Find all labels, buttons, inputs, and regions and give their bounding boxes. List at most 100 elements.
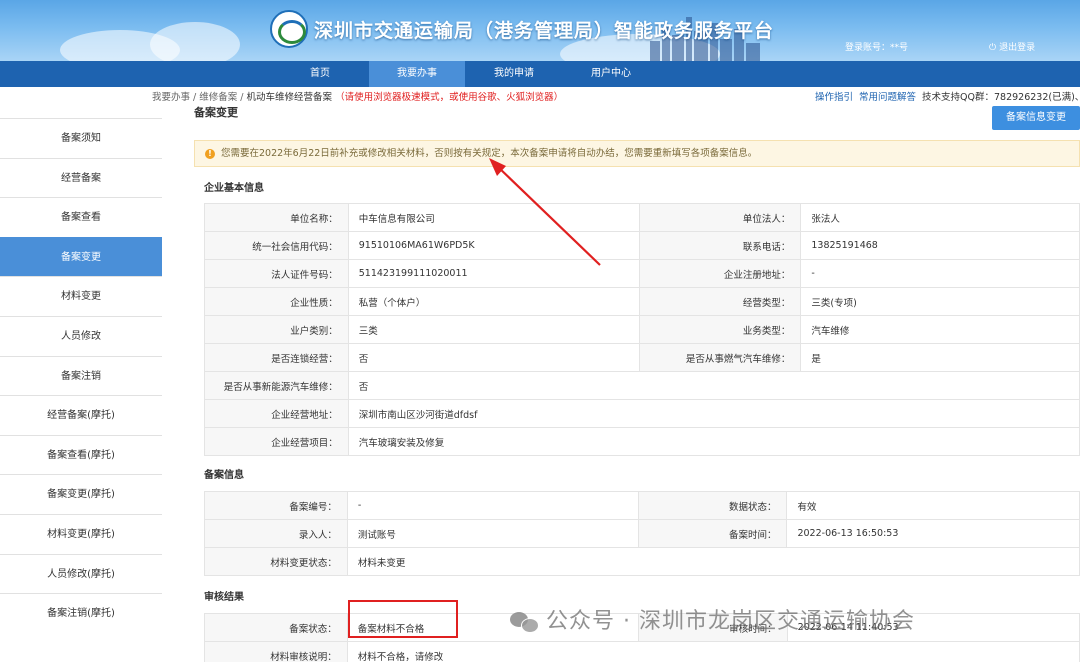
nav-services[interactable]: 我要办事 — [369, 61, 465, 87]
help-links: 操作指引 常用问题解答 技术支持QQ群：782926232(已满)、 — [815, 89, 1080, 103]
site-title: 深圳市交通运输局（港务管理局）智能政务服务平台 — [314, 20, 775, 42]
field-label: 联系电话： — [639, 231, 802, 260]
field-label: 统一社会信用代码： — [204, 231, 349, 260]
nav-home[interactable]: 首页 — [272, 61, 368, 87]
account-label: 登录账号：**号 — [845, 43, 909, 53]
table-row: 单位名称： 中车信息有限公司 单位法人： 张法人 — [204, 203, 1080, 232]
enterprise-info-table: 单位名称： 中车信息有限公司 单位法人： 张法人 统一社会信用代码： 91510… — [204, 203, 1080, 456]
id-number-value: 511423199111020011 — [347, 259, 641, 288]
watermark: 公众号 · 深圳市龙岗区交通运输协会 — [510, 603, 915, 635]
sidebar-item-record-view[interactable]: 备案查看 — [0, 197, 162, 237]
table-row: 备案编号： - 数据状态： 有效 — [204, 491, 1080, 520]
table-row: 是否从事新能源汽车维修： 否 — [204, 371, 1080, 400]
field-label: 备案时间： — [638, 519, 788, 548]
table-row: 法人证件号码： 511423199111020011 企业注册地址： - — [204, 259, 1080, 288]
chain-value: 否 — [347, 343, 641, 372]
record-change-button[interactable]: 备案信息变更 — [992, 106, 1080, 130]
support-text: 技术支持QQ群：782926232(已满)、 — [922, 92, 1080, 103]
household-value: 三类 — [347, 315, 641, 344]
warning-icon: ! — [205, 149, 215, 159]
breadcrumb-current: 机动车维修经营备案 — [246, 92, 333, 103]
table-row: 企业经营地址： 深圳市南山区沙河街道dfdsf — [204, 399, 1080, 428]
nav-user-center[interactable]: 用户中心 — [563, 61, 659, 87]
material-status-value: 材料未变更 — [346, 547, 1080, 576]
nev-repair-value: 否 — [347, 371, 1080, 400]
field-label: 法人证件号码： — [204, 259, 349, 288]
sidebar-item-moto-staff-edit[interactable]: 人员修改(摩托) — [0, 553, 162, 594]
record-section-title: 备案信息 — [204, 470, 244, 481]
field-label: 是否连锁经营： — [204, 343, 349, 372]
sidebar-item-moto-material-change[interactable]: 材料变更(摩托) — [0, 513, 162, 554]
field-label: 业户类别： — [204, 315, 349, 344]
watermark-text: 公众号 · 深圳市龙岗区交通运输协会 — [546, 609, 915, 634]
nav-my-applications[interactable]: 我的申请 — [466, 61, 562, 87]
main-nav: 首页 我要办事 我的申请 用户中心 — [0, 61, 1080, 87]
wechat-icon — [510, 610, 540, 634]
logout-button[interactable]: 退出登录 — [989, 40, 1035, 53]
sidebar-item-moto-business-record[interactable]: 经营备案(摩托) — [0, 395, 162, 435]
sidebar-item-notice[interactable]: 备案须知 — [0, 118, 162, 158]
table-row: 业户类别： 三类 业务类型： 汽车维修 — [204, 315, 1080, 344]
field-label: 录入人： — [204, 519, 348, 548]
sidebar-item-record-cancel[interactable]: 备案注销 — [0, 355, 162, 396]
guide-link[interactable]: 操作指引 — [815, 92, 853, 103]
page-title: 备案变更 — [194, 106, 238, 119]
service-type-value: 汽车维修 — [800, 315, 1080, 344]
field-label: 是否从事新能源汽车维修： — [204, 371, 349, 400]
breadcrumb-item[interactable]: 我要办事 — [152, 92, 190, 103]
notice-text: 您需要在2022年6月22日前补充或修改相关材料，否则按有关规定，本次备案申请将… — [221, 148, 758, 159]
deadline-notice: ! 您需要在2022年6月22日前补充或修改相关材料，否则按有关规定，本次备案申… — [194, 140, 1080, 167]
field-label: 材料变更状态： — [204, 547, 348, 576]
gas-repair-value: 是 — [800, 343, 1080, 372]
entry-person-value: 测试账号 — [346, 519, 640, 548]
field-label: 单位法人： — [639, 203, 802, 232]
field-label: 数据状态： — [638, 491, 788, 520]
sidebar-item-business-record[interactable]: 经营备案 — [0, 157, 162, 198]
phone-value: 13825191468 — [800, 231, 1080, 260]
registered-address-value: - — [800, 259, 1080, 288]
header-banner: 深圳市交通运输局（港务管理局）智能政务服务平台 登录账号：**号 退出登录 — [0, 0, 1080, 61]
nature-value: 私营（个体户） — [347, 287, 641, 316]
review-section-title: 审核结果 — [204, 592, 244, 603]
review-comment-value: 材料不合格，请修改 — [346, 641, 1080, 662]
sidebar-item-staff-edit[interactable]: 人员修改 — [0, 315, 162, 356]
browser-warning: （请使用浏览器极速模式，或使用谷歌、火狐浏览器） — [335, 92, 564, 103]
faq-link[interactable]: 常用问题解答 — [859, 92, 916, 103]
data-status-value: 有效 — [786, 491, 1080, 520]
table-row: 材料审核说明： 材料不合格，请修改 — [204, 641, 1080, 662]
table-row: 录入人： 测试账号 备案时间： 2022-06-13 16:50:53 — [204, 519, 1080, 548]
field-label: 企业性质： — [204, 287, 349, 316]
field-label: 材料审核说明： — [204, 641, 348, 662]
breadcrumb-item[interactable]: 维修备案 — [199, 92, 237, 103]
breadcrumb: 我要办事 / 维修备案 / 机动车维修经营备案 （请使用浏览器极速模式，或使用谷… — [152, 92, 564, 103]
sidebar-item-moto-record-change[interactable]: 备案变更(摩托) — [0, 474, 162, 514]
sidebar-item-moto-record-view[interactable]: 备案查看(摩托) — [0, 434, 162, 475]
enterprise-section-title: 企业基本信息 — [204, 183, 264, 194]
field-label: 企业经营地址： — [204, 399, 349, 428]
sidebar-item-material-change[interactable]: 材料变更 — [0, 276, 162, 316]
field-label: 备案状态： — [204, 613, 348, 642]
field-label: 单位名称： — [204, 203, 349, 232]
record-info-table: 备案编号： - 数据状态： 有效 录入人： 测试账号 备案时间： 2022-06… — [204, 491, 1080, 576]
table-row: 企业经营项目： 汽车玻璃安装及修复 — [204, 427, 1080, 456]
field-label: 备案编号： — [204, 491, 348, 520]
table-row: 材料变更状态： 材料未变更 — [204, 547, 1080, 576]
credit-code-value: 91510106MA61W6PD5K — [347, 231, 641, 260]
business-type-value: 三类(专项) — [800, 287, 1080, 316]
table-row: 是否连锁经营： 否 是否从事燃气汽车维修： 是 — [204, 343, 1080, 372]
logo-icon — [270, 10, 308, 48]
sidebar-item-moto-record-cancel[interactable]: 备案注销(摩托) — [0, 593, 162, 633]
field-label: 业务类型： — [639, 315, 802, 344]
field-label: 是否从事燃气汽车维修： — [639, 343, 802, 372]
record-time-value: 2022-06-13 16:50:53 — [786, 519, 1080, 548]
unit-name-value: 中车信息有限公司 — [347, 203, 641, 232]
operating-project-value: 汽车玻璃安装及修复 — [347, 427, 1080, 456]
field-label: 企业经营项目： — [204, 427, 349, 456]
table-row: 统一社会信用代码： 91510106MA61W6PD5K 联系电话： 13825… — [204, 231, 1080, 260]
highlight-box-annotation — [348, 600, 458, 638]
field-label: 经营类型： — [639, 287, 802, 316]
table-row: 企业性质： 私营（个体户） 经营类型： 三类(专项) — [204, 287, 1080, 316]
cloud-decoration — [150, 22, 240, 61]
sidebar-item-record-change[interactable]: 备案变更 — [0, 236, 162, 277]
sidebar: 备案须知 经营备案 备案查看 备案变更 材料变更 人员修改 备案注销 经营备案(… — [0, 118, 162, 633]
